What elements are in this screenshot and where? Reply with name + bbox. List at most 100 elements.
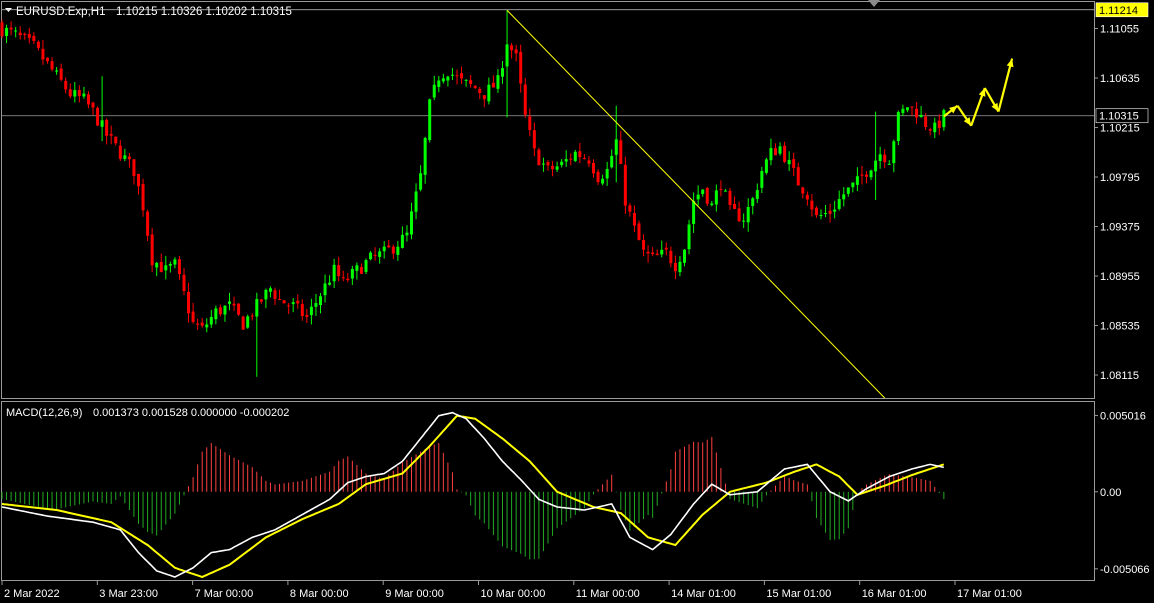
candle-body bbox=[164, 265, 168, 271]
candle-body bbox=[18, 32, 22, 36]
price-tick-label: 1.09375 bbox=[1100, 222, 1140, 234]
candle-body bbox=[405, 232, 409, 236]
candle-body bbox=[510, 45, 514, 51]
candle-body bbox=[637, 223, 641, 241]
candle-body bbox=[328, 282, 332, 285]
candle-body bbox=[141, 184, 145, 211]
price-tick-label: 1.11055 bbox=[1100, 24, 1139, 36]
candle-body bbox=[36, 41, 40, 48]
candle-body bbox=[551, 165, 555, 170]
candle-body bbox=[91, 102, 95, 108]
candle-body bbox=[391, 246, 395, 254]
candle-body bbox=[232, 303, 236, 306]
candle-body bbox=[905, 107, 909, 111]
candle-body bbox=[291, 302, 295, 305]
candle-body bbox=[514, 49, 518, 54]
candle-body bbox=[223, 305, 227, 315]
candle-body bbox=[259, 299, 263, 302]
candle-body bbox=[228, 301, 231, 304]
candle-body bbox=[114, 136, 118, 144]
candle-body bbox=[924, 116, 928, 128]
candle-body bbox=[450, 74, 454, 76]
candle-body bbox=[400, 234, 404, 248]
candle-body bbox=[564, 159, 568, 162]
price-tick-label: 1.08115 bbox=[1100, 370, 1139, 382]
time-tick-label: 3 Mar 23:00 bbox=[99, 588, 158, 600]
candle-body bbox=[733, 203, 737, 210]
candle-body bbox=[396, 246, 400, 255]
candle-body bbox=[919, 114, 923, 118]
candle-body bbox=[214, 308, 218, 320]
candle-body bbox=[874, 160, 878, 172]
candle-body bbox=[350, 269, 354, 279]
candle-body bbox=[669, 250, 673, 264]
price-tick-label: 1.08955 bbox=[1100, 271, 1140, 283]
candle-body bbox=[605, 169, 609, 179]
candle-body bbox=[819, 215, 823, 217]
candle-body bbox=[578, 151, 582, 158]
price-tick-label: 1.09795 bbox=[1100, 172, 1140, 184]
candle bbox=[364, 258, 368, 274]
candle-body bbox=[537, 149, 541, 166]
candle-body bbox=[41, 48, 45, 60]
macd-tick-label: 0.00 bbox=[1100, 487, 1121, 499]
candle-body bbox=[314, 303, 318, 307]
candle-body bbox=[346, 278, 350, 281]
candle-body bbox=[824, 213, 828, 215]
candle-body bbox=[355, 265, 359, 271]
candle-body bbox=[82, 93, 86, 97]
candle-body bbox=[660, 249, 664, 255]
candle-body bbox=[200, 322, 204, 326]
time-tick-label: 15 Mar 01:00 bbox=[766, 588, 831, 600]
candle-body bbox=[309, 306, 313, 316]
candle-body bbox=[915, 108, 919, 118]
high-price-label: 1.11214 bbox=[1099, 5, 1138, 17]
candle-body bbox=[487, 84, 491, 102]
candle-body bbox=[865, 174, 868, 177]
candle-body bbox=[719, 188, 723, 190]
macd-tick-label: -0.005066 bbox=[1100, 564, 1150, 576]
candle-body bbox=[337, 265, 341, 277]
candle-body bbox=[296, 300, 300, 304]
candle bbox=[0, 19, 4, 39]
candle-body bbox=[0, 22, 4, 37]
candle-body bbox=[73, 90, 77, 97]
candle-body bbox=[173, 259, 177, 265]
candle-body bbox=[282, 300, 286, 304]
candle-body bbox=[86, 94, 90, 105]
candle-body bbox=[55, 70, 59, 72]
candle bbox=[96, 106, 100, 127]
candle-body bbox=[287, 305, 291, 307]
candle-body bbox=[710, 203, 714, 206]
candle-body bbox=[687, 224, 691, 250]
candle-body bbox=[783, 145, 787, 162]
candle bbox=[246, 314, 250, 329]
candle-body bbox=[792, 159, 796, 168]
candle-body bbox=[555, 166, 559, 170]
candle-body bbox=[123, 155, 127, 159]
candle-body bbox=[146, 211, 150, 236]
candle-body bbox=[5, 27, 9, 37]
candle bbox=[428, 98, 432, 143]
candle-body bbox=[132, 159, 136, 176]
candle-body bbox=[209, 316, 213, 325]
candle bbox=[241, 315, 245, 330]
time-tick-label: 10 Mar 00:00 bbox=[481, 588, 546, 600]
candle-body bbox=[419, 173, 423, 190]
candle-body bbox=[796, 167, 800, 186]
candle-body bbox=[505, 44, 509, 67]
candle-body bbox=[460, 73, 464, 79]
candle-body bbox=[187, 291, 191, 314]
candle-body bbox=[651, 252, 655, 255]
candle-body bbox=[27, 34, 31, 38]
candle-body bbox=[528, 116, 532, 131]
chart-canvas[interactable]: EURUSD.Exp,H1 1.10215 1.10326 1.10202 1.… bbox=[0, 0, 1154, 603]
candle-body bbox=[623, 164, 627, 206]
symbol-title: EURUSD.Exp,H1 bbox=[16, 6, 105, 18]
candle-body bbox=[469, 80, 473, 84]
candle-body bbox=[928, 129, 932, 131]
candle-body bbox=[182, 274, 186, 291]
candle bbox=[705, 186, 709, 206]
candle-body bbox=[573, 151, 577, 161]
time-tick-label: 7 Mar 00:00 bbox=[195, 588, 254, 600]
